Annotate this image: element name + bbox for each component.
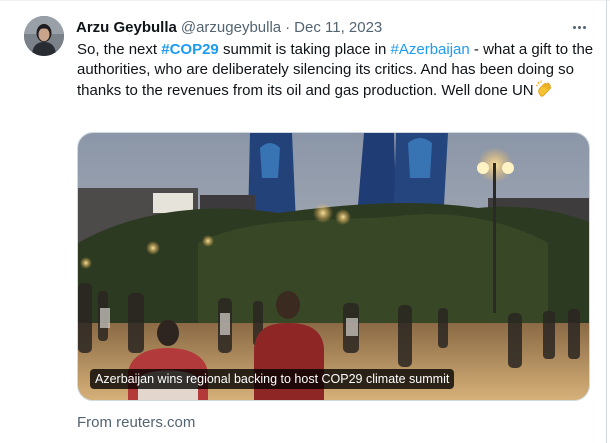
header-separator: · — [285, 18, 291, 36]
link-card-image[interactable] — [77, 132, 590, 401]
tweet-header: Arzu Geybulla @arzugeybulla · Dec 11, 20… — [76, 17, 382, 37]
tweet-text-part: So, the next — [77, 41, 162, 58]
hashtag-cop29[interactable]: #COP29 — [161, 41, 219, 58]
more-dot — [577, 25, 581, 29]
more-dot — [572, 25, 576, 29]
side-divider — [606, 0, 607, 443]
tweet-text: So, the next #COP29 summit is taking pla… — [77, 40, 597, 104]
tweet-text-part: summit is taking place in — [218, 41, 391, 58]
author-name[interactable]: Arzu Geybulla — [76, 19, 177, 36]
more-options-icon[interactable] — [566, 16, 592, 38]
tweet-card[interactable]: Arzu Geybulla @arzugeybulla · Dec 11, 20… — [0, 0, 606, 443]
hashtag-azerbaijan[interactable]: #Azerbaijan — [391, 41, 470, 58]
news-photo — [78, 133, 589, 400]
author-handle[interactable]: @arzugeybulla — [181, 19, 281, 36]
tweet-date[interactable]: Dec 11, 2023 — [294, 19, 382, 36]
more-dot — [582, 25, 586, 29]
avatar-image — [24, 16, 64, 56]
clapping-hands-icon — [535, 80, 554, 104]
avatar[interactable] — [24, 16, 64, 56]
link-card-source[interactable]: From reuters.com — [77, 414, 195, 431]
link-card-caption[interactable]: Azerbaijan wins regional backing to host… — [90, 369, 455, 389]
